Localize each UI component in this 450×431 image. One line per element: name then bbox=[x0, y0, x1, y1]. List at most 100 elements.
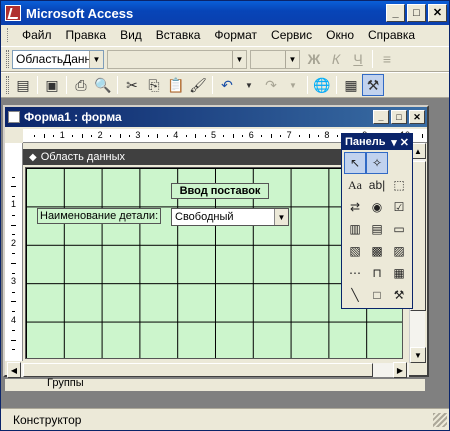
undo-icon[interactable]: ↶ bbox=[216, 74, 238, 96]
form-minimize-button[interactable]: _ bbox=[373, 110, 389, 124]
toolbox-close-icon[interactable]: ✕ bbox=[400, 136, 409, 149]
toolbox-menu-icon[interactable]: ▾ bbox=[391, 136, 397, 149]
menu-grip[interactable] bbox=[7, 28, 11, 42]
save-icon[interactable]: ▣ bbox=[41, 74, 63, 96]
command-button-icon[interactable]: ▭ bbox=[388, 218, 410, 240]
title-bar: Microsoft Access _ □ ✕ bbox=[1, 1, 449, 25]
label-tool-icon[interactable]: Aa bbox=[344, 174, 366, 196]
tab-control-icon[interactable]: ⊓ bbox=[366, 262, 388, 284]
cut-icon[interactable]: ✂ bbox=[121, 74, 143, 96]
separator bbox=[212, 76, 213, 94]
horizontal-scroll-thumb[interactable] bbox=[23, 363, 373, 377]
minimize-button[interactable]: _ bbox=[386, 4, 405, 22]
form-maximize-button[interactable]: □ bbox=[391, 110, 407, 124]
control-wizards-icon[interactable]: ✧ bbox=[366, 152, 388, 174]
ruler-tick bbox=[270, 134, 272, 138]
redo-icon[interactable]: ↷ bbox=[260, 74, 282, 96]
ruler-tick bbox=[261, 135, 263, 137]
combo-box-control[interactable]: Свободный ▼ bbox=[171, 208, 289, 226]
copy-icon[interactable]: ⎘ bbox=[143, 74, 165, 96]
menu-window[interactable]: Окно bbox=[319, 28, 361, 42]
line-tool-icon[interactable]: ╲ bbox=[344, 284, 366, 306]
ruler-tick bbox=[185, 135, 187, 137]
field-list-icon[interactable]: ▦ bbox=[340, 74, 362, 96]
underline-button[interactable]: Ч bbox=[347, 48, 369, 70]
horizontal-scrollbar[interactable]: ◀ ▶ bbox=[7, 362, 409, 378]
form-close-button[interactable]: ✕ bbox=[409, 110, 425, 124]
field-label-control[interactable]: Наименование детали: bbox=[37, 208, 161, 224]
ruler-number: 6 bbox=[248, 130, 254, 140]
bound-object-icon[interactable]: ▨ bbox=[388, 240, 410, 262]
ruler-tick bbox=[119, 134, 121, 138]
italic-button[interactable]: К bbox=[325, 48, 347, 70]
chevron-down-icon[interactable]: ▼ bbox=[232, 50, 246, 68]
page-break-icon[interactable]: ⋯ bbox=[344, 262, 366, 284]
status-bar: Конструктор bbox=[1, 408, 449, 430]
ruler-tick bbox=[11, 301, 16, 303]
print-preview-icon[interactable]: 🔍 bbox=[92, 74, 114, 96]
select-objects-icon[interactable]: ↖ bbox=[344, 152, 366, 174]
ruler-tick bbox=[11, 339, 16, 341]
resize-grip-icon[interactable] bbox=[433, 412, 447, 427]
scroll-right-icon[interactable]: ▶ bbox=[393, 362, 407, 378]
object-combo[interactable]: ОбластьДанны ▼ bbox=[12, 49, 104, 69]
ruler-tick bbox=[12, 349, 15, 351]
menu-file[interactable]: Файл bbox=[15, 28, 59, 42]
vertical-ruler[interactable]: 1 2 3 4 bbox=[5, 143, 23, 361]
view-icon[interactable]: ▤ bbox=[12, 74, 34, 96]
unbound-object-icon[interactable]: ▩ bbox=[366, 240, 388, 262]
textbox-tool-icon[interactable]: ab| bbox=[366, 174, 388, 196]
option-button-icon[interactable]: ◉ bbox=[366, 196, 388, 218]
separator bbox=[372, 50, 373, 68]
more-controls-icon[interactable]: ⚒ bbox=[388, 284, 410, 306]
align-left-icon[interactable]: ≡ bbox=[376, 48, 398, 70]
separator bbox=[37, 76, 38, 94]
rectangle-tool-icon[interactable]: □ bbox=[366, 284, 388, 306]
format-painter-icon[interactable]: 🖌 bbox=[187, 74, 209, 96]
menu-insert[interactable]: Вставка bbox=[149, 28, 208, 42]
scroll-left-icon[interactable]: ◀ bbox=[7, 362, 21, 378]
menu-format[interactable]: Формат bbox=[207, 28, 264, 42]
toolbox-title: Панель bbox=[345, 136, 386, 148]
redo-dropdown-icon[interactable]: ▼ bbox=[282, 74, 304, 96]
background-window-strip: Группы bbox=[5, 377, 425, 391]
menu-tools[interactable]: Сервис bbox=[264, 28, 319, 42]
close-button[interactable]: ✕ bbox=[428, 4, 447, 22]
ruler-tick bbox=[157, 134, 159, 138]
ruler-number: 2 bbox=[11, 237, 17, 248]
menu-help[interactable]: Справка bbox=[361, 28, 422, 42]
toolbar-grip[interactable] bbox=[6, 76, 9, 94]
paste-icon[interactable]: 📋 bbox=[165, 74, 187, 96]
list-box-tool-icon[interactable]: ▤ bbox=[366, 218, 388, 240]
menu-view[interactable]: Вид bbox=[113, 28, 149, 42]
app-title: Microsoft Access bbox=[26, 5, 134, 21]
chevron-down-icon[interactable]: ▼ bbox=[274, 209, 288, 225]
font-name-combo[interactable]: ▼ bbox=[107, 49, 247, 69]
menu-edit[interactable]: Правка bbox=[59, 28, 114, 42]
ruler-tick bbox=[53, 135, 55, 137]
ruler-tick bbox=[12, 311, 15, 312]
bold-button[interactable]: Ж bbox=[303, 48, 325, 70]
ruler-corner[interactable] bbox=[5, 129, 23, 143]
combo-box-tool-icon[interactable]: ▥ bbox=[344, 218, 366, 240]
toolbar-grip[interactable] bbox=[6, 50, 9, 68]
undo-dropdown-icon[interactable]: ▼ bbox=[238, 74, 260, 96]
print-icon[interactable]: ⎙ bbox=[70, 74, 92, 96]
subform-icon[interactable]: ▦ bbox=[388, 262, 410, 284]
ruler-tick bbox=[166, 135, 168, 137]
form-title: Форма1 : форма bbox=[24, 110, 122, 124]
option-group-icon[interactable]: ⬚ bbox=[388, 174, 410, 196]
toolbox-title-bar[interactable]: Панель ▾ ✕ bbox=[342, 134, 412, 150]
scroll-down-icon[interactable]: ▼ bbox=[410, 347, 426, 363]
toggle-button-icon[interactable]: ⇄ bbox=[344, 196, 366, 218]
chevron-down-icon[interactable]: ▼ bbox=[89, 50, 103, 68]
hyperlink-icon[interactable]: 🌐 bbox=[311, 74, 333, 96]
image-tool-icon[interactable]: ▧ bbox=[344, 240, 366, 262]
toolbox-toggle-icon[interactable]: ⚒ bbox=[362, 74, 384, 96]
checkbox-tool-icon[interactable]: ☑ bbox=[388, 196, 410, 218]
font-size-combo[interactable]: ▼ bbox=[250, 49, 300, 69]
ruler-tick bbox=[11, 224, 16, 226]
chevron-down-icon[interactable]: ▼ bbox=[285, 50, 299, 68]
title-label-control[interactable]: Ввод поставок bbox=[171, 183, 269, 199]
maximize-button[interactable]: □ bbox=[407, 4, 426, 22]
